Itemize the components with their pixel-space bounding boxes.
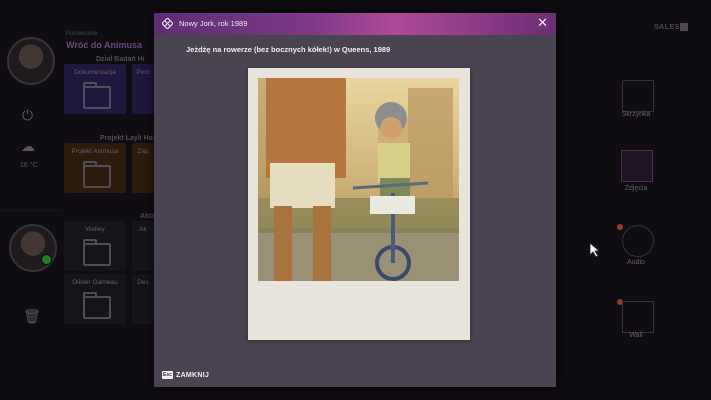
close-icon[interactable]: ✕ xyxy=(537,16,548,30)
photo-image xyxy=(258,78,459,281)
mouse-cursor-icon xyxy=(589,242,601,258)
polaroid-frame xyxy=(248,68,470,340)
close-button[interactable]: Esc ZAMKNIJ xyxy=(162,371,209,379)
esc-key-icon: Esc xyxy=(162,371,173,379)
close-button-label: ZAMKNIJ xyxy=(176,371,210,379)
photo-caption: Jeżdżę na rowerze (bez bocznych kółek!) … xyxy=(186,45,391,54)
dialog-header: Nowy Jork, rok 1989 ✕ xyxy=(154,13,556,35)
dialog-title: Nowy Jork, rok 1989 xyxy=(179,19,248,28)
animus-logo-icon xyxy=(162,18,173,29)
photo-viewer-dialog: Nowy Jork, rok 1989 ✕ Jeżdżę na rowerze … xyxy=(154,13,556,387)
